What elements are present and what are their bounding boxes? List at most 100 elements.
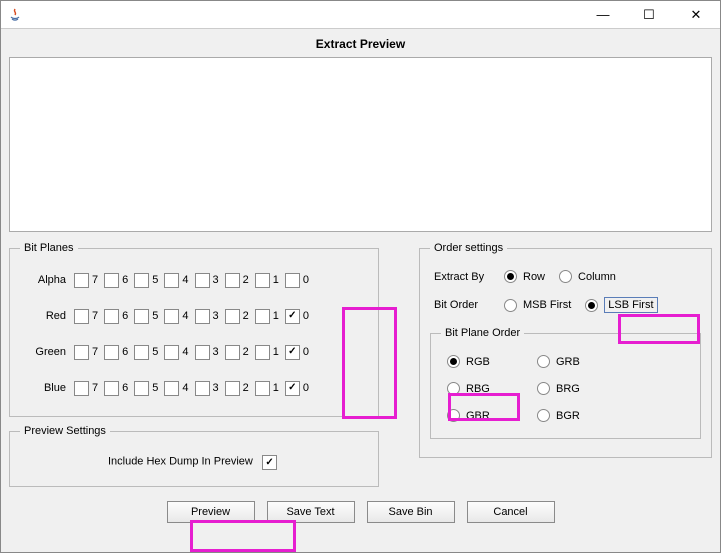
cancel-button[interactable]: Cancel xyxy=(467,501,555,523)
extract-by-row-text: Row xyxy=(523,271,545,283)
bit-checkbox-red-0[interactable]: 0 xyxy=(285,309,309,324)
content-area: Extract Preview Bit Planes Alpha76543210… xyxy=(1,29,720,552)
bit-number: 3 xyxy=(213,274,219,286)
bit-checkbox-green-2[interactable]: 2 xyxy=(225,345,249,360)
preview-button[interactable]: Preview xyxy=(167,501,255,523)
maximize-button[interactable]: ☐ xyxy=(626,1,672,29)
bit-checkbox-alpha-2[interactable]: 2 xyxy=(225,273,249,288)
bit-plane-order-rbg-radio[interactable]: RBG xyxy=(447,382,537,395)
radio-icon xyxy=(447,355,460,368)
checkbox-icon xyxy=(104,273,119,288)
bit-checkbox-red-5[interactable]: 5 xyxy=(134,309,158,324)
bit-plane-order-grb-radio[interactable]: GRB xyxy=(537,355,627,368)
close-button[interactable]: ✕ xyxy=(672,1,720,29)
bit-checkbox-red-7[interactable]: 7 xyxy=(74,309,98,324)
checkbox-icon xyxy=(255,273,270,288)
checkbox-icon xyxy=(255,345,270,360)
minimize-button[interactable]: — xyxy=(580,1,626,29)
bit-number: 6 xyxy=(122,310,128,322)
bit-number: 4 xyxy=(182,346,188,358)
bit-checkbox-alpha-0[interactable]: 0 xyxy=(285,273,309,288)
checkbox-icon xyxy=(225,273,240,288)
bit-order-row: Bit Order MSB First LSB First xyxy=(434,297,701,313)
bit-plane-order-label: GRB xyxy=(556,356,580,368)
bit-checkbox-red-3[interactable]: 3 xyxy=(195,309,219,324)
bit-number: 7 xyxy=(92,310,98,322)
hex-dump-checkbox[interactable] xyxy=(262,455,277,470)
checkbox-icon xyxy=(285,273,300,288)
bit-number: 0 xyxy=(303,346,309,358)
bit-checkbox-blue-2[interactable]: 2 xyxy=(225,381,249,396)
bit-plane-order-label: GBR xyxy=(466,410,490,422)
extract-by-label: Extract By xyxy=(434,271,504,283)
checkbox-icon xyxy=(255,309,270,324)
bit-checkbox-blue-0[interactable]: 0 xyxy=(285,381,309,396)
checkbox-icon xyxy=(74,345,89,360)
bit-order-msb-radio[interactable]: MSB First xyxy=(504,299,571,312)
bit-checkbox-alpha-6[interactable]: 6 xyxy=(104,273,128,288)
checkbox-icon xyxy=(74,381,89,396)
extract-by-column-text: Column xyxy=(578,271,616,283)
bit-checkbox-green-6[interactable]: 6 xyxy=(104,345,128,360)
checkbox-icon xyxy=(104,345,119,360)
bit-number: 1 xyxy=(273,310,279,322)
extract-by-row-radio[interactable]: Row xyxy=(504,270,545,283)
bit-checkbox-blue-1[interactable]: 1 xyxy=(255,381,279,396)
bit-plane-order-rgb-radio[interactable]: RGB xyxy=(447,355,537,368)
bit-number: 3 xyxy=(213,382,219,394)
order-settings-legend: Order settings xyxy=(430,242,507,254)
bit-plane-order-gbr-radio[interactable]: GBR xyxy=(447,409,537,422)
page-title: Extract Preview xyxy=(9,33,712,57)
checkbox-icon xyxy=(195,381,210,396)
checkbox-icon xyxy=(164,345,179,360)
bit-number: 2 xyxy=(243,382,249,394)
bit-checkbox-blue-4[interactable]: 4 xyxy=(164,381,188,396)
bit-plane-row-alpha: Alpha76543210 xyxy=(20,262,368,298)
bit-plane-order-fieldset: Bit Plane Order RGBGRBRBGBRGGBRBGR xyxy=(430,327,701,439)
bit-checkbox-red-6[interactable]: 6 xyxy=(104,309,128,324)
checkbox-icon xyxy=(195,309,210,324)
bit-number: 0 xyxy=(303,274,309,286)
bit-plane-order-bgr-radio[interactable]: BGR xyxy=(537,409,627,422)
extract-by-column-radio[interactable]: Column xyxy=(559,270,616,283)
bit-checkbox-red-4[interactable]: 4 xyxy=(164,309,188,324)
bit-checkbox-blue-3[interactable]: 3 xyxy=(195,381,219,396)
bit-plane-order-label: RBG xyxy=(466,383,490,395)
bit-checkbox-green-3[interactable]: 3 xyxy=(195,345,219,360)
bit-checkbox-green-0[interactable]: 0 xyxy=(285,345,309,360)
bit-plane-order-label: BGR xyxy=(556,410,580,422)
bit-checkbox-alpha-7[interactable]: 7 xyxy=(74,273,98,288)
bit-checkbox-alpha-3[interactable]: 3 xyxy=(195,273,219,288)
bit-number: 7 xyxy=(92,274,98,286)
bit-checkbox-blue-5[interactable]: 5 xyxy=(134,381,158,396)
bit-number: 5 xyxy=(152,382,158,394)
bit-number: 7 xyxy=(92,382,98,394)
bit-checkbox-alpha-4[interactable]: 4 xyxy=(164,273,188,288)
save-bin-button[interactable]: Save Bin xyxy=(367,501,455,523)
save-text-button[interactable]: Save Text xyxy=(267,501,355,523)
bit-checkbox-red-1[interactable]: 1 xyxy=(255,309,279,324)
bit-checkbox-blue-7[interactable]: 7 xyxy=(74,381,98,396)
button-bar: Preview Save Text Save Bin Cancel xyxy=(9,501,712,523)
bit-checkbox-green-4[interactable]: 4 xyxy=(164,345,188,360)
bit-plane-row-red: Red76543210 xyxy=(20,298,368,334)
bit-checkbox-red-2[interactable]: 2 xyxy=(225,309,249,324)
bit-order-lsb-radio[interactable]: LSB First xyxy=(585,297,657,313)
checkbox-icon xyxy=(164,273,179,288)
bit-order-msb-text: MSB First xyxy=(523,299,571,311)
bit-checkbox-green-7[interactable]: 7 xyxy=(74,345,98,360)
bit-plane-order-brg-radio[interactable]: BRG xyxy=(537,382,627,395)
bit-checkbox-alpha-5[interactable]: 5 xyxy=(134,273,158,288)
bit-number: 7 xyxy=(92,346,98,358)
bit-checkbox-blue-6[interactable]: 6 xyxy=(104,381,128,396)
bit-checkbox-green-5[interactable]: 5 xyxy=(134,345,158,360)
java-icon xyxy=(7,7,23,23)
bit-checkbox-alpha-1[interactable]: 1 xyxy=(255,273,279,288)
checkbox-icon xyxy=(285,345,300,360)
checkbox-icon xyxy=(74,273,89,288)
bit-checkbox-green-1[interactable]: 1 xyxy=(255,345,279,360)
bit-number: 2 xyxy=(243,274,249,286)
bit-number: 6 xyxy=(122,346,128,358)
checkbox-icon xyxy=(225,345,240,360)
checkbox-icon xyxy=(195,345,210,360)
